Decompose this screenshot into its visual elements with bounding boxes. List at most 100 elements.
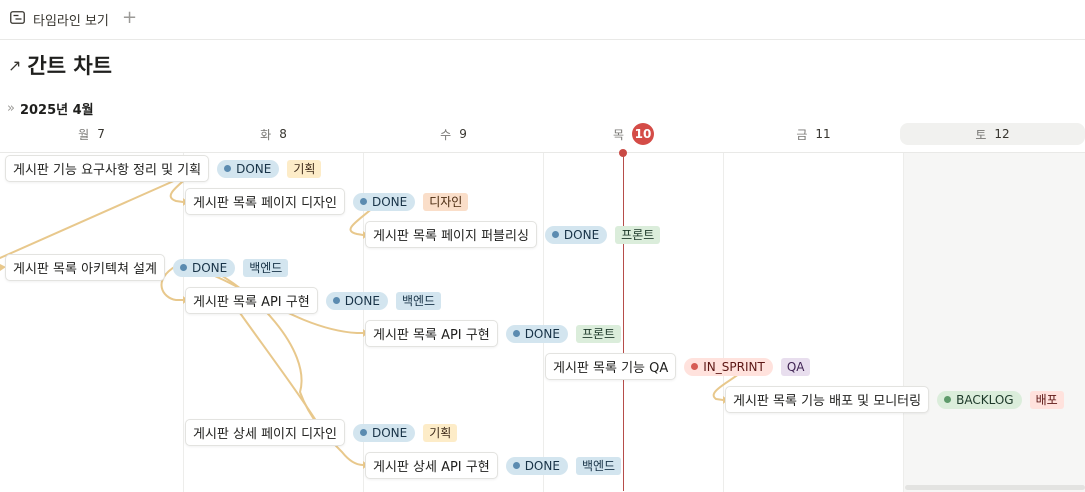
month-label: 2025년 4월: [19, 103, 94, 118]
task-row[interactable]: 게시판 목록 API 구현 DONE 백엔드: [185, 287, 442, 314]
status-label: DONE: [563, 227, 600, 242]
task-title: 게시판 상세 API 구현: [373, 460, 490, 475]
task-card[interactable]: 게시판 목록 API 구현: [185, 287, 318, 314]
horizontal-scrollbar[interactable]: [905, 485, 1085, 490]
today-marker-dot: [619, 149, 627, 157]
status-dot-icon: [359, 198, 367, 205]
status-label: BACKLOG: [956, 392, 1014, 407]
timeline-view-icon: [10, 10, 25, 28]
day-number: 8: [279, 127, 287, 141]
weekday-label: 화: [260, 127, 272, 142]
day-number: 9: [459, 127, 467, 141]
day-header-sat: 토 12: [900, 123, 1085, 145]
status-label: DONE: [524, 458, 560, 473]
task-card[interactable]: 게시판 목록 기능 QA: [545, 353, 677, 380]
task-card[interactable]: 게시판 기능 요구사항 정리 및 기획: [5, 155, 210, 182]
status-dot-icon: [944, 396, 952, 403]
status-dot-icon: [512, 330, 520, 337]
weekday-label: 수: [440, 127, 452, 142]
weekday-label: 토: [975, 127, 987, 142]
status-dot-icon: [691, 363, 699, 370]
task-card[interactable]: 게시판 목록 기능 배포 및 모니터링: [725, 386, 930, 413]
task-title: 게시판 목록 아키텍쳐 설계: [13, 262, 157, 277]
status-label: DONE: [371, 194, 408, 209]
status-badge: DONE: [505, 456, 568, 475]
category-tag: 디자인: [423, 192, 469, 211]
task-title: 게시판 상세 페이지 디자인: [193, 427, 337, 442]
status-dot-icon: [551, 231, 559, 238]
task-row[interactable]: 게시판 목록 페이지 퍼블리싱 DONE 프론트: [365, 221, 661, 248]
status-badge: DONE: [325, 291, 388, 310]
weekend-column: [904, 153, 1085, 492]
task-title: 게시판 목록 페이지 디자인: [193, 196, 337, 211]
day-header-thu-today: 목 10: [544, 123, 723, 145]
category-tag: 백엔드: [575, 456, 622, 475]
day-column: [0, 153, 184, 492]
timeline-view-label: 타임라인 보기: [33, 13, 109, 29]
status-dot-icon: [224, 165, 232, 172]
status-badge: DONE: [352, 192, 416, 211]
day-header-tue: 화 8: [184, 123, 363, 145]
today-day-badge: 10: [632, 123, 655, 145]
category-tag: QA: [780, 357, 811, 376]
status-badge: DONE: [544, 225, 608, 244]
link-arrow-icon: ↗: [8, 55, 22, 75]
collapse-sidebar-icon[interactable]: »: [7, 101, 15, 116]
category-tag: 기획: [287, 159, 322, 178]
task-card[interactable]: 게시판 목록 페이지 퍼블리싱: [365, 221, 537, 248]
task-card[interactable]: 게시판 목록 페이지 디자인: [185, 188, 345, 215]
status-badge: DONE: [505, 324, 568, 343]
task-title: 게시판 기능 요구사항 정리 및 기획: [13, 163, 202, 178]
task-card[interactable]: 게시판 목록 API 구현: [365, 320, 498, 347]
status-dot-icon: [512, 462, 520, 469]
category-tag: 백엔드: [395, 291, 442, 310]
task-row[interactable]: 게시판 상세 API 구현 DONE 백엔드: [365, 452, 622, 479]
task-card[interactable]: 게시판 상세 페이지 디자인: [185, 419, 345, 446]
task-title: 게시판 목록 기능 배포 및 모니터링: [733, 394, 922, 409]
status-dot-icon: [179, 264, 187, 271]
status-badge: DONE: [172, 258, 236, 277]
category-tag: 배포: [1029, 390, 1064, 409]
status-badge: DONE: [217, 159, 280, 178]
day-number: 11: [815, 127, 831, 141]
task-row[interactable]: 게시판 상세 페이지 디자인 DONE 기획: [185, 419, 458, 446]
task-title: 게시판 목록 API 구현: [373, 328, 490, 343]
status-badge: IN_SPRINT: [684, 357, 773, 376]
view-tabs-bar: 타임라인 보기 +: [0, 0, 1085, 40]
task-card[interactable]: 게시판 목록 아키텍쳐 설계: [5, 254, 165, 281]
weekday-label: 월: [78, 127, 90, 142]
day-number: 12: [994, 127, 1010, 141]
page-title: ↗ 간트 차트: [8, 50, 112, 80]
page-title-text: 간트 차트: [27, 54, 112, 78]
month-header: » 2025년 4월: [7, 99, 94, 118]
status-badge: DONE: [352, 423, 416, 442]
task-card[interactable]: 게시판 상세 API 구현: [365, 452, 498, 479]
status-label: DONE: [371, 425, 408, 440]
status-label: DONE: [191, 260, 228, 275]
status-label: DONE: [344, 293, 380, 308]
today-line: [623, 153, 624, 491]
task-row[interactable]: 게시판 목록 페이지 디자인 DONE 디자인: [185, 188, 469, 215]
weekday-label: 목: [612, 127, 625, 142]
status-label: DONE: [236, 161, 272, 176]
category-tag: 백엔드: [243, 258, 289, 277]
task-row[interactable]: 게시판 목록 아키텍쳐 설계 DONE 백엔드: [5, 254, 289, 281]
timeline-view-tab[interactable]: 타임라인 보기: [10, 9, 109, 29]
task-title: 게시판 목록 페이지 퍼블리싱: [373, 229, 529, 244]
day-number: 7: [97, 127, 105, 141]
category-tag: 프론트: [575, 324, 622, 343]
day-column: [724, 153, 904, 492]
task-row[interactable]: 게시판 목록 기능 배포 및 모니터링 BACKLOG 배포: [725, 386, 1064, 413]
day-header-wed: 수 9: [364, 123, 543, 145]
category-tag: 프론트: [615, 225, 661, 244]
add-view-button[interactable]: +: [122, 6, 137, 30]
task-row[interactable]: 게시판 목록 기능 QA IN_SPRINT QA: [545, 353, 811, 380]
weekday-label: 금: [796, 127, 808, 142]
task-row[interactable]: 게시판 목록 API 구현 DONE 프론트: [365, 320, 622, 347]
task-row[interactable]: 게시판 기능 요구사항 정리 및 기획 DONE 기획: [5, 155, 322, 182]
day-header-mon: 월 7: [0, 123, 183, 145]
task-title: 게시판 목록 API 구현: [193, 295, 310, 310]
task-title: 게시판 목록 기능 QA: [553, 361, 669, 376]
status-label: IN_SPRINT: [703, 359, 765, 374]
status-label: DONE: [524, 326, 560, 341]
